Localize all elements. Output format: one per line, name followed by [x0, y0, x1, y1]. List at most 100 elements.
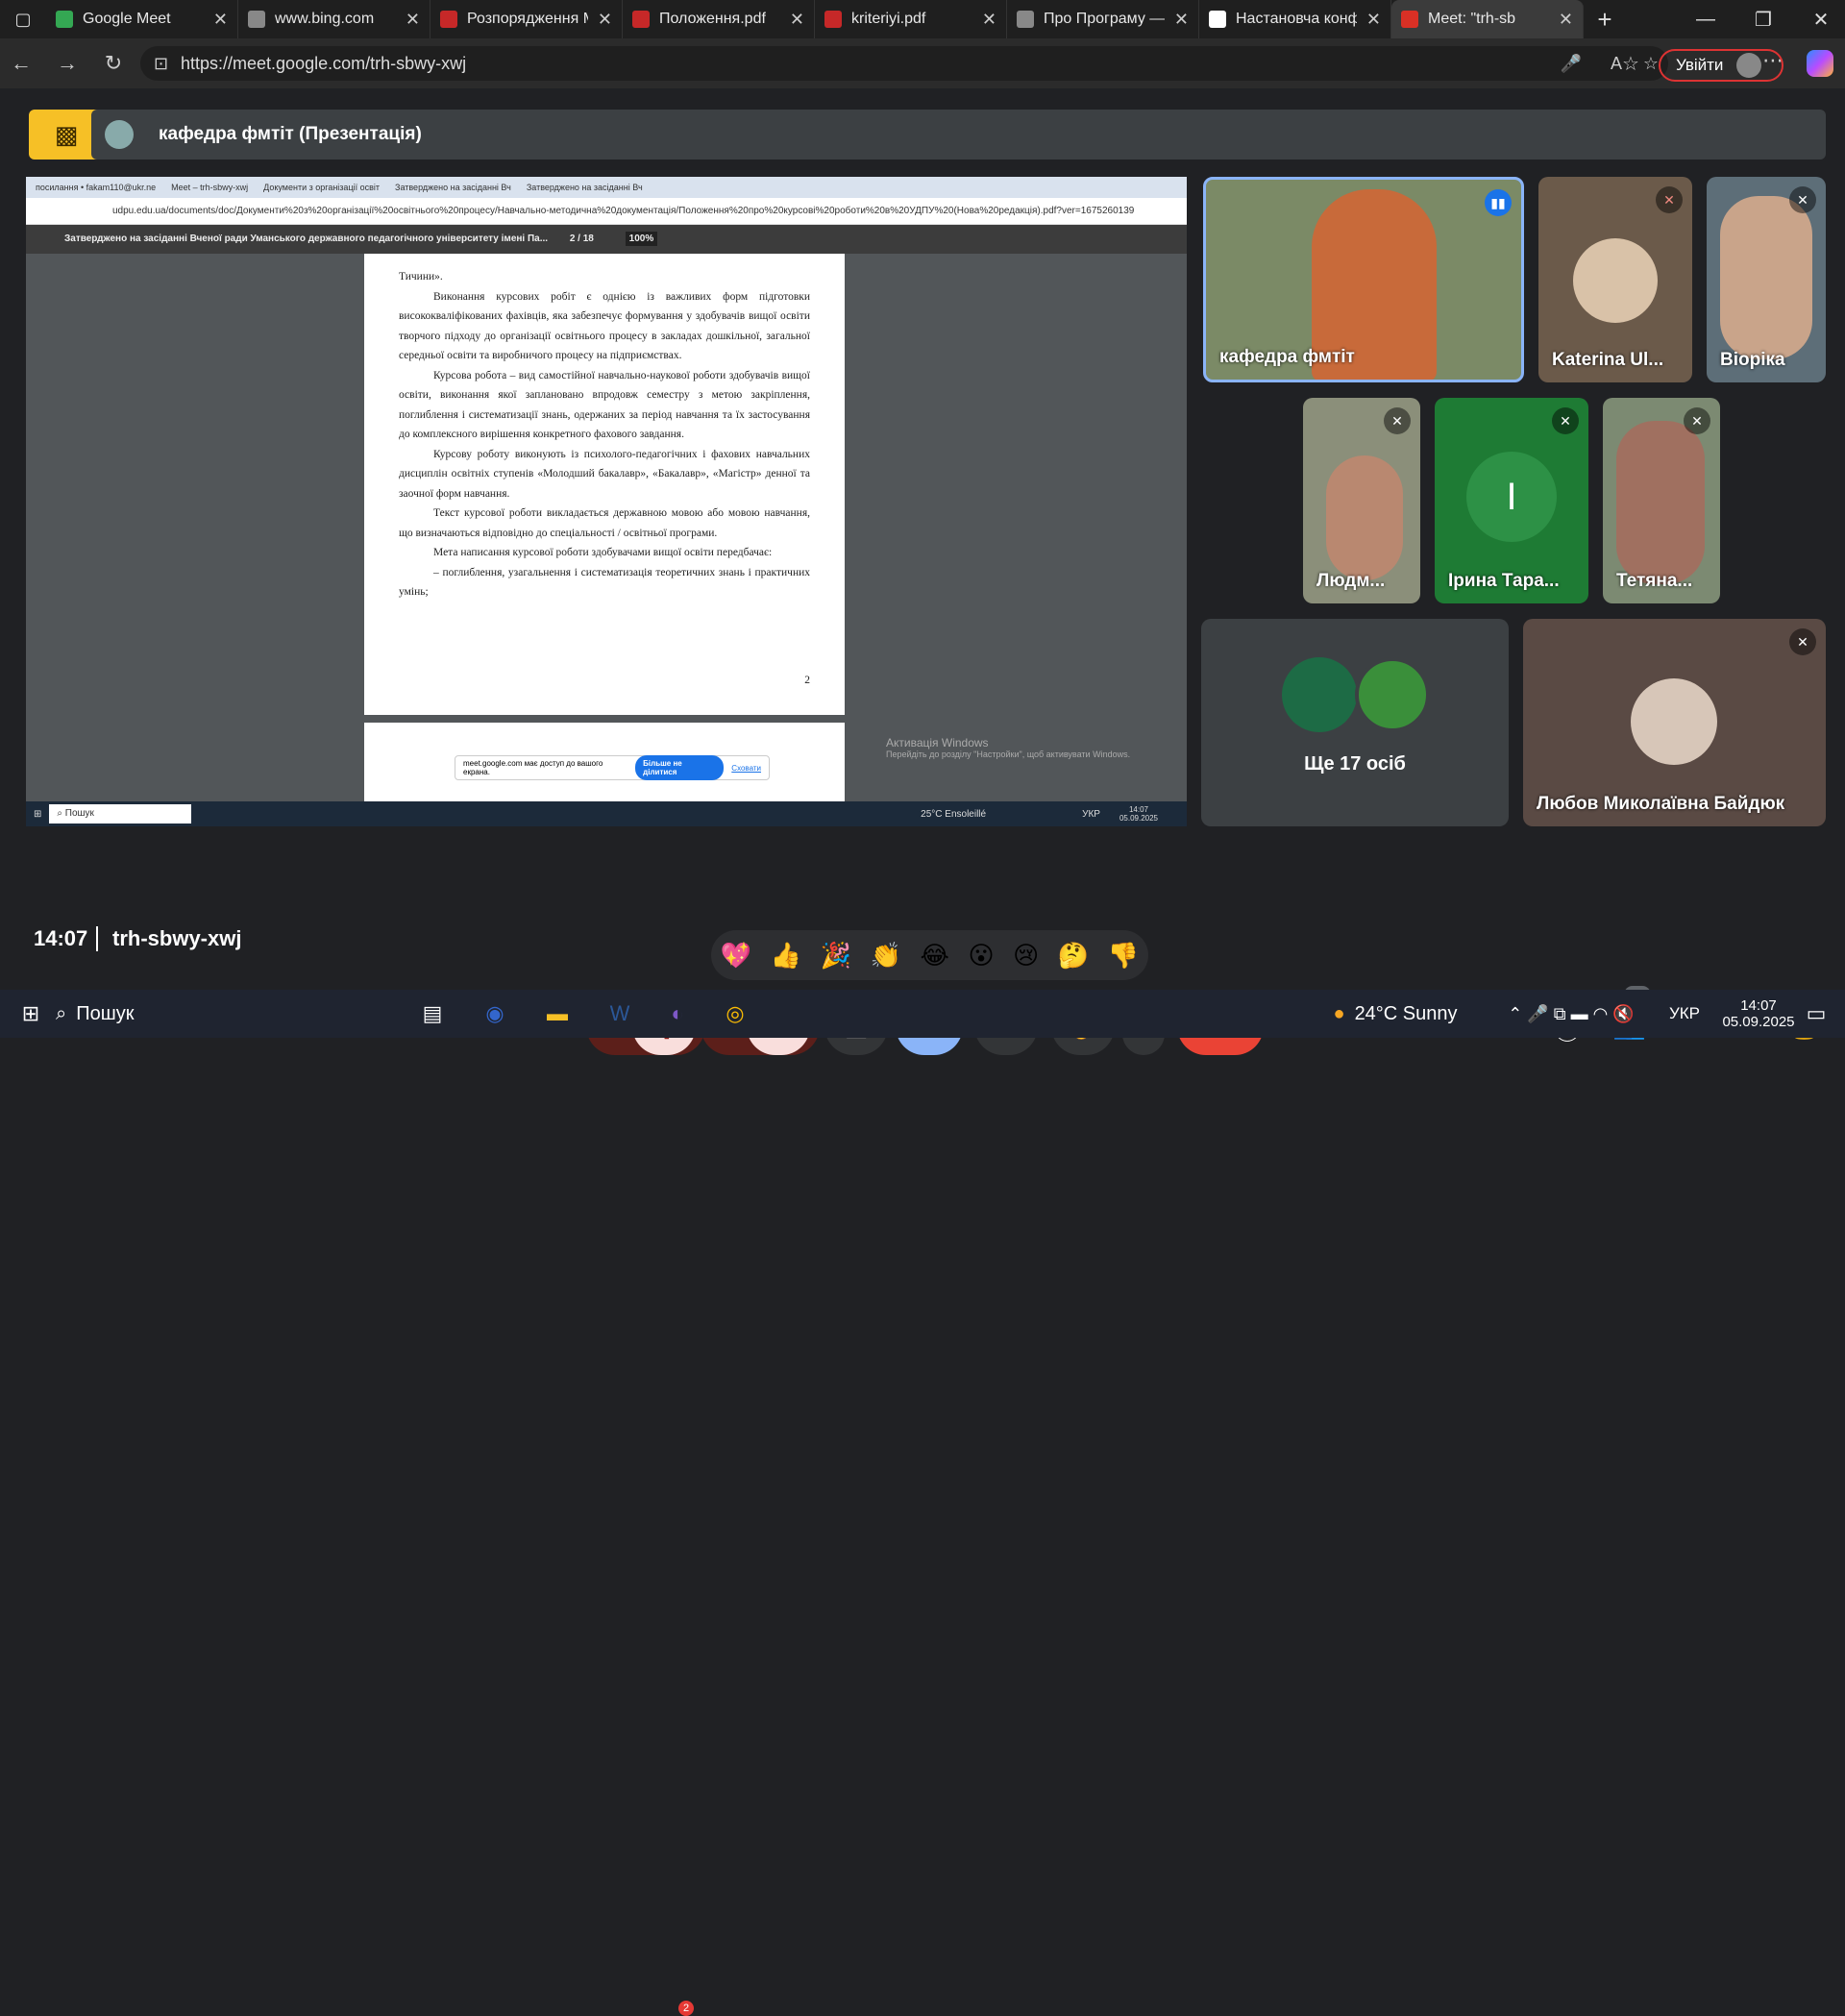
- tab-title: Положення.pdf: [659, 11, 766, 27]
- tab-actions-icon[interactable]: ▢: [0, 0, 46, 38]
- url-field[interactable]: ⊡ https://meet.google.com/trh-sbwy-xwj 🎤…: [140, 46, 1668, 81]
- forward-icon[interactable]: →: [46, 51, 88, 76]
- participant-avatar: [1631, 678, 1717, 765]
- participant-video: [1616, 421, 1705, 584]
- browser-tab[interactable]: kriteriyi.pdf ✕: [815, 0, 1007, 38]
- chrome-icon[interactable]: ◎: [711, 990, 759, 1038]
- file-explorer-icon[interactable]: ▬: [533, 990, 581, 1038]
- back-icon[interactable]: ←: [0, 51, 42, 76]
- clock-date: 05.09.2025: [1722, 1014, 1795, 1030]
- site-info-icon[interactable]: ⊡: [154, 46, 168, 81]
- stop-sharing-button[interactable]: Більше не ділитися: [635, 755, 725, 780]
- tab-close-icon[interactable]: ✕: [1559, 10, 1573, 30]
- new-tab-button[interactable]: +: [1584, 5, 1626, 35]
- tab-close-icon[interactable]: ✕: [1174, 10, 1189, 30]
- shared-taskbar: ⊞ ⌕ Пошук 25°C Ensoleillé УКР 14:07 05.0…: [26, 801, 1187, 826]
- tab-favicon-icon: [56, 11, 73, 28]
- participant-tile[interactable]: ✕ Тетяна...: [1603, 398, 1720, 603]
- participant-tile[interactable]: ✕ Любов Миколаївна Байдюк: [1523, 619, 1826, 826]
- reaction-emoji[interactable]: 😂: [921, 941, 949, 971]
- shared-url: udpu.edu.ua/documents/doc/Документи%20з%…: [26, 198, 1187, 225]
- pdf-paragraph: Виконання курсових робіт є однією із важ…: [399, 290, 810, 362]
- shared-search: ⌕ Пошук: [49, 804, 192, 824]
- browser-tab[interactable]: Положення.pdf ✕: [623, 0, 815, 38]
- language-indicator[interactable]: УКР: [1660, 990, 1709, 1038]
- tab-close-icon[interactable]: ✕: [1366, 10, 1381, 30]
- reaction-emoji[interactable]: 🎉: [821, 941, 851, 971]
- participant-tile[interactable]: І ✕ Ірина Тара...: [1435, 398, 1588, 603]
- reaction-emoji[interactable]: 😢: [1013, 941, 1039, 971]
- signin-button[interactable]: Увійти: [1659, 49, 1784, 82]
- reaction-emoji[interactable]: 💖: [721, 941, 751, 971]
- url-text: https://meet.google.com/trh-sbwy-xwj: [181, 54, 467, 73]
- edge-icon[interactable]: ◉: [471, 990, 519, 1038]
- pdf-paragraph: Курсова робота – вид самостійної навчаль…: [399, 369, 810, 441]
- read-aloud-icon[interactable]: A: [1611, 46, 1622, 81]
- tab-favicon-icon: [1017, 11, 1034, 28]
- collections-icon[interactable]: ☆: [1622, 52, 1639, 76]
- meet-stage: ▩ кафедра фмтіт (Презентація) посилання …: [5, 88, 1840, 1055]
- participant-tile-speaker[interactable]: ▮▮ кафедра фмтіт: [1203, 177, 1524, 382]
- tab-close-icon[interactable]: ✕: [982, 10, 996, 30]
- notifications-icon[interactable]: ▭: [1797, 990, 1835, 1038]
- participant-avatar: [1282, 657, 1357, 732]
- browser-tab[interactable]: www.bing.com ✕: [238, 0, 430, 38]
- browser-tab-bar: ▢ Google Meet ✕ www.bing.com ✕ Розпорядження…: [0, 0, 1845, 38]
- browser-tab[interactable]: Про Програму — ✕: [1007, 0, 1199, 38]
- weather-widget[interactable]: ● 24°C Sunny: [1328, 990, 1463, 1038]
- hide-link[interactable]: Сховати: [731, 764, 761, 773]
- tab-close-icon[interactable]: ✕: [598, 10, 612, 30]
- close-window-icon[interactable]: ✕: [1792, 0, 1845, 38]
- mic-off-icon: ✕: [1384, 407, 1411, 434]
- more-participants-tile[interactable]: Ще 17 осіб: [1201, 619, 1509, 826]
- tab-favicon-icon: [1209, 11, 1226, 28]
- tab-favicon-icon: [248, 11, 265, 28]
- clock[interactable]: 14:07 05.09.2025: [1715, 990, 1802, 1038]
- reaction-emoji[interactable]: 👍: [771, 941, 801, 971]
- participant-name: Віоріка: [1720, 350, 1785, 370]
- word-icon[interactable]: W: [596, 990, 644, 1038]
- browser-tab[interactable]: Meet: "trh-sb ✕: [1391, 0, 1584, 38]
- pdf-paragraph: – поглиблення, узагальнення і систематиз…: [399, 566, 810, 599]
- pdf-paragraph: Тичини».: [399, 271, 443, 283]
- maximize-icon[interactable]: ❐: [1734, 0, 1792, 38]
- tab-title: Meet: "trh-sb: [1428, 11, 1516, 27]
- browser-tab[interactable]: Google Meet ✕: [46, 0, 238, 38]
- system-tray-icons[interactable]: ⌃ 🎤 ⧉ ▬ ◠ 🔇: [1485, 990, 1658, 1038]
- shared-search-label: Пошук: [64, 808, 94, 819]
- mic-search-icon[interactable]: 🎤: [1561, 46, 1582, 81]
- pdf-toolbar: Затверджено на засіданні Вченої ради Ума…: [26, 225, 1187, 254]
- participant-avatar: [1355, 657, 1430, 732]
- tab-title: www.bing.com: [275, 11, 375, 27]
- viber-icon[interactable]: ◐: [653, 990, 701, 1038]
- participant-video: [1326, 455, 1403, 580]
- browser-tab[interactable]: Розпорядження М ✕: [430, 0, 623, 38]
- reaction-emoji[interactable]: 👏: [871, 941, 901, 971]
- reaction-emoji[interactable]: 👎: [1108, 941, 1139, 971]
- participant-avatar: [1573, 238, 1658, 323]
- shared-time: 14:07: [1128, 805, 1148, 814]
- minimize-icon[interactable]: —: [1677, 0, 1734, 38]
- favorite-icon[interactable]: ☆: [1643, 46, 1659, 81]
- pdf-zoom: 100%: [625, 232, 658, 246]
- participant-tile[interactable]: ✕ Віоріка: [1707, 177, 1826, 382]
- tab-close-icon[interactable]: ✕: [213, 10, 228, 30]
- refresh-icon[interactable]: ↻: [92, 51, 135, 76]
- participant-tile[interactable]: ✕ Людм...: [1303, 398, 1420, 603]
- task-view-icon[interactable]: ▤: [413, 990, 452, 1038]
- shared-tab: Затверджено на засіданні Вч: [395, 183, 511, 192]
- pdf-paragraph: Текст курсової роботи викладається держа…: [399, 507, 810, 539]
- presentation-title: кафедра фмтіт (Презентація): [159, 124, 422, 144]
- participant-tile[interactable]: ✕ Katerina Ul...: [1538, 177, 1692, 382]
- tab-close-icon[interactable]: ✕: [790, 10, 804, 30]
- reaction-emoji[interactable]: 😮: [968, 941, 994, 971]
- taskbar-search[interactable]: ⌕ Пошук: [56, 990, 386, 1038]
- weather-text: 24°C Sunny: [1354, 1002, 1458, 1024]
- reaction-emoji[interactable]: 🤔: [1058, 941, 1089, 971]
- browser-tab[interactable]: Настановча конф ✕: [1199, 0, 1391, 38]
- tab-close-icon[interactable]: ✕: [406, 10, 420, 30]
- copilot-icon[interactable]: [1807, 50, 1833, 77]
- start-icon[interactable]: ⊞: [13, 990, 48, 1038]
- tab-favicon-icon: [440, 11, 457, 28]
- pdf-title: Затверджено на засіданні Вченої ради Ума…: [64, 234, 549, 244]
